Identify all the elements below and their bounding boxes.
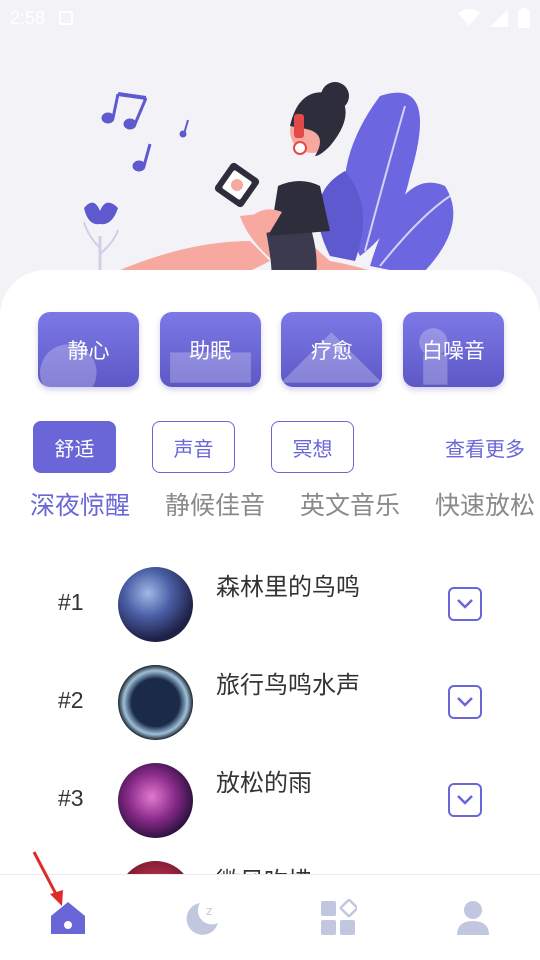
apps-grid-icon	[320, 898, 357, 935]
chevron-down-icon	[457, 795, 473, 805]
status-time: 2:58	[10, 7, 46, 28]
nav-profile[interactable]	[433, 878, 513, 958]
track-title: 旅行鸟鸣水声	[216, 671, 360, 699]
tag-meditation[interactable]: 冥想	[271, 421, 354, 473]
status-icons	[458, 8, 530, 28]
nav-sleep[interactable]: z	[163, 878, 243, 958]
annotation-arrow	[32, 851, 63, 906]
track-cover	[118, 665, 193, 740]
download-button[interactable]	[448, 783, 482, 817]
track-rank: #1	[58, 589, 84, 615]
status-bar: 2:58	[0, 0, 540, 36]
category-label: 助眠	[189, 338, 232, 363]
sub-tab-english-music[interactable]: 英文音乐	[300, 486, 400, 526]
sub-tab-quick-relax[interactable]: 快速放松	[435, 486, 535, 526]
moon-sleep-icon: z	[186, 902, 218, 935]
track-title: 放松的雨	[216, 769, 312, 797]
tag-comfort[interactable]: 舒适	[33, 421, 116, 473]
category-label: 静心	[67, 338, 110, 363]
download-button[interactable]	[448, 685, 482, 719]
see-more-link[interactable]: 查看更多	[445, 433, 533, 462]
sub-tabs: 深夜惊醒 静候佳音 英文音乐 快速放松	[30, 486, 540, 526]
svg-text:z: z	[206, 904, 212, 918]
track-row[interactable]: #1 森林里的鸟鸣	[0, 555, 540, 653]
sub-tab-late-night[interactable]: 深夜惊醒	[30, 486, 130, 526]
chevron-down-icon	[457, 697, 473, 707]
chevron-down-icon	[457, 599, 473, 609]
track-rank: #2	[58, 687, 84, 713]
track-cover	[118, 567, 193, 642]
battery-icon	[518, 8, 530, 28]
nav-apps[interactable]	[298, 878, 378, 958]
sub-tab-waiting[interactable]: 静候佳音	[165, 486, 265, 526]
category-button-sleep[interactable]: 助眠	[159, 312, 261, 387]
track-rank: #3	[58, 785, 84, 811]
category-button-heal[interactable]: 疗愈	[281, 312, 383, 387]
category-button-calm[interactable]: 静心	[38, 312, 139, 387]
tag-row: 舒适 声音 冥想 查看更多	[33, 420, 533, 474]
track-cover	[118, 763, 193, 838]
wifi-icon	[458, 9, 480, 26]
flower-icon	[83, 202, 119, 271]
signal-icon	[490, 9, 508, 27]
category-button-white-noise[interactable]: 白噪音	[402, 312, 504, 387]
track-title: 森林里的鸟鸣	[216, 573, 360, 601]
person-icon	[456, 900, 489, 935]
track-row[interactable]: #2 旅行鸟鸣水声	[0, 653, 540, 751]
tag-sound[interactable]: 声音	[152, 421, 235, 473]
music-notes-icon	[101, 92, 189, 172]
track-row[interactable]: #3 放松的雨	[0, 751, 540, 849]
bottom-nav: z	[0, 874, 540, 960]
download-button[interactable]	[448, 587, 482, 621]
category-label: 疗愈	[310, 338, 353, 363]
category-label: 白噪音	[421, 338, 485, 363]
category-row: 静心 助眠 疗愈 白噪音	[38, 312, 504, 388]
notification-icon	[59, 11, 74, 25]
